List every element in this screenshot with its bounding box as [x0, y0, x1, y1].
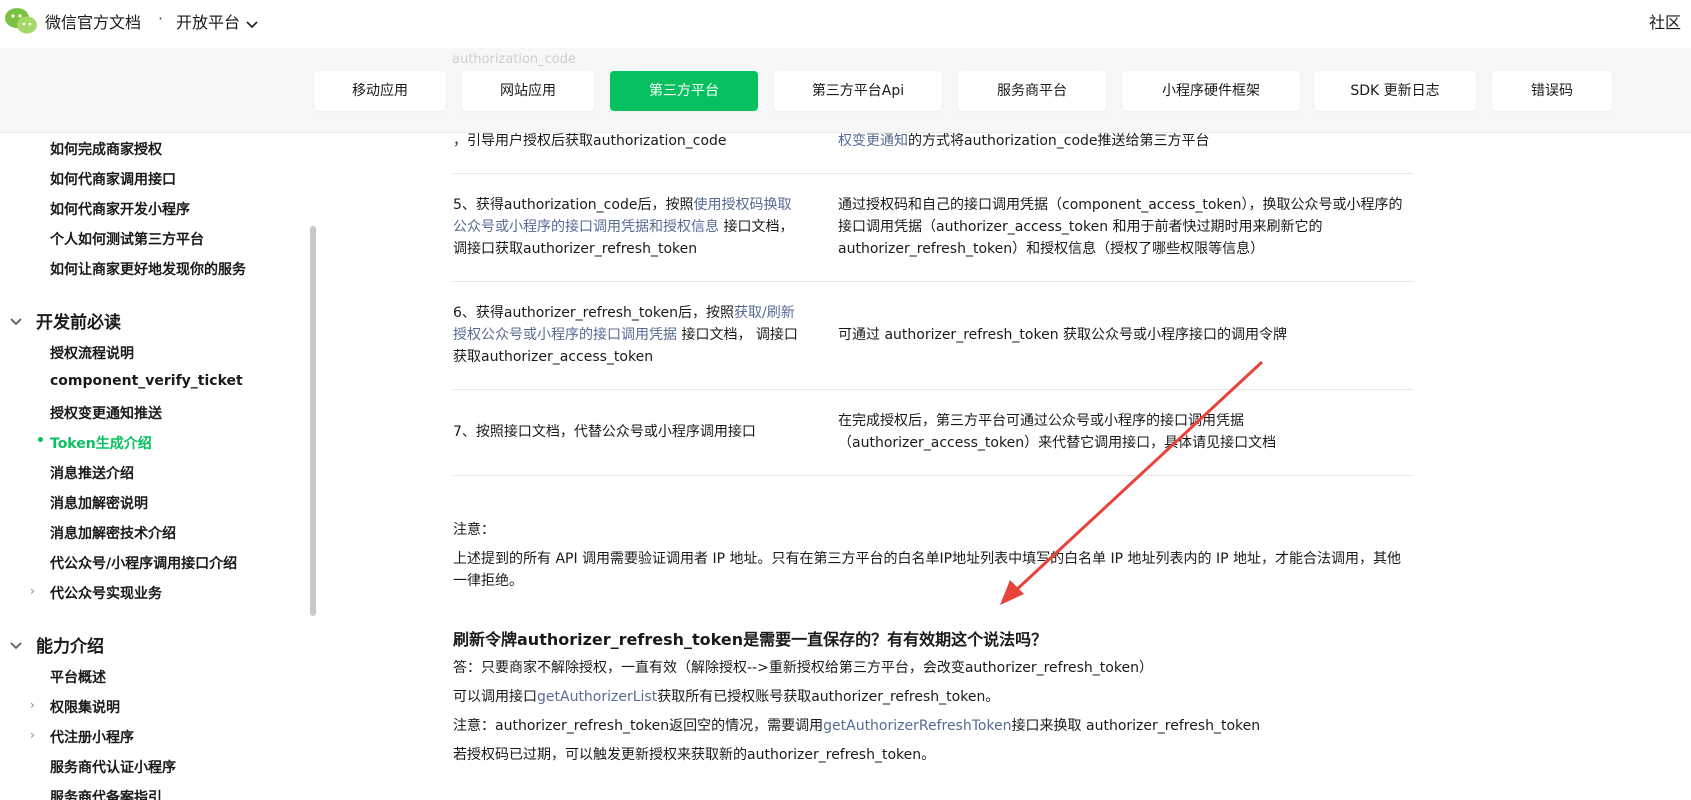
tab-bar: authorization_code 移动应用 网站应用 第三方平台 第三方平台… — [0, 48, 1691, 133]
sidebar-item-label: Token生成介绍 — [50, 436, 152, 452]
tab-error-codes[interactable]: 错误码 — [1492, 71, 1612, 111]
table-divider — [453, 173, 1413, 174]
row5-left-text-a: 5、获得authorization_code后，按照 — [453, 197, 694, 213]
faq-heading: 刷新令牌authorizer_refresh_token是需要一直保存的？有有效… — [453, 630, 1048, 649]
chevron-down-icon — [246, 14, 258, 33]
sidebar-item-certify-miniprogram[interactable]: 服务商代认证小程序 — [50, 757, 176, 777]
sidebar-item-message-push[interactable]: 消息推送介绍 — [50, 463, 134, 483]
faq-list-line: 可以调用接口getAuthorizerList获取所有已授权账号获取author… — [453, 686, 999, 708]
auth-change-notify-link[interactable]: 权变更通知 — [838, 133, 908, 149]
faq-text: 接口来换取 authorizer_refresh_token — [1011, 718, 1261, 734]
faq-answer-line: 答：只要商家不解除授权，一直有效（解除授权-->重新授权给第三方平台，会改变au… — [453, 660, 1153, 676]
sidebar-item-auth-change-notify[interactable]: 授权变更通知推送 — [50, 403, 162, 423]
get-authorizer-list-link[interactable]: getAuthorizerList — [537, 689, 657, 705]
row4-right-text: 的方式将authorization_code推送给第三方平台 — [908, 133, 1210, 149]
sidebar-item-merchant-auth[interactable]: 如何完成商家授权 — [50, 139, 162, 159]
tab-sdk-changelog[interactable]: SDK 更新日志 — [1314, 71, 1476, 111]
platform-label: 开放平台 — [176, 13, 241, 32]
chevron-down-icon — [10, 635, 22, 655]
sidebar-item-label: 权限集说明 — [50, 700, 120, 716]
row7-left-text: 7、按照接口文档，代替公众号或小程序调用接口 — [453, 424, 756, 440]
sidebar-item-label: 代注册小程序 — [50, 730, 134, 746]
platform-dropdown[interactable]: 开放平台 — [176, 9, 258, 33]
row6-right-text: 可通过 authorizer_refresh_token 获取公众号或小程序接口… — [838, 327, 1288, 343]
sidebar-item-develop-miniprogram[interactable]: 如何代商家开发小程序 — [50, 199, 190, 219]
site-title[interactable]: 微信官方文档 — [45, 9, 141, 33]
chevron-right-icon: › — [30, 584, 35, 598]
row4-left-text: ，引导用户授权后获取authorization_code — [453, 133, 727, 149]
tab-service-provider[interactable]: 服务商平台 — [958, 71, 1106, 111]
row6-left-cell: 6、获得authorizer_refresh_token后，按照获取/刷新授权公… — [453, 302, 798, 368]
sidebar-item-proxy-api[interactable]: 代公众号/小程序调用接口介绍 — [50, 553, 237, 573]
table-divider — [453, 281, 1413, 282]
sidebar-item-encryption-tech[interactable]: 消息加解密技术介绍 — [50, 523, 176, 543]
chevron-right-icon: › — [30, 698, 35, 712]
sidebar-item-proxy-business[interactable]: › 代公众号实现业务 — [30, 583, 162, 603]
faq-text: 可以调用接口 — [453, 689, 537, 705]
sidebar-item-label: 代公众号实现业务 — [50, 586, 162, 602]
faq-text: 获取所有已授权账号获取authorizer_refresh_token。 — [657, 689, 1000, 705]
row7-right-text: 在完成授权后，第三方平台可通过公众号或小程序的接口调用凭据（authorizer… — [838, 413, 1277, 451]
sidebar-item-encryption[interactable]: 消息加解密说明 — [50, 493, 148, 513]
faq-text: 注意：authorizer_refresh_token返回空的情况，需要调用 — [453, 718, 824, 734]
sidebar-scrollbar[interactable] — [310, 226, 316, 616]
chevron-right-icon: › — [30, 728, 35, 742]
section-label: 能力介绍 — [36, 637, 104, 657]
scrolled-text-fragment: authorization_code — [452, 52, 576, 67]
tab-hardware-framework[interactable]: 小程序硬件框架 — [1122, 71, 1300, 111]
title-separator: · — [158, 9, 164, 28]
faq-expired-line: 若授权码已过期，可以触发更新授权来获取新的authorizer_refresh_… — [453, 747, 936, 763]
active-bullet-icon: • — [36, 433, 45, 449]
sidebar-item-token-intro[interactable]: • Token生成介绍 — [36, 433, 152, 453]
sidebar-section-dev-prereq[interactable]: 开发前必读 — [10, 308, 121, 333]
chevron-down-icon — [10, 311, 22, 331]
table-divider — [453, 475, 1413, 476]
tab-website-app[interactable]: 网站应用 — [462, 71, 594, 111]
sidebar-item-personal-test[interactable]: 个人如何测试第三方平台 — [50, 229, 204, 249]
tab-third-party-platform[interactable]: 第三方平台 — [610, 71, 758, 111]
sidebar-item-platform-overview[interactable]: 平台概述 — [50, 667, 106, 687]
sidebar-item-call-api[interactable]: 如何代商家调用接口 — [50, 169, 176, 189]
faq-note-line: 注意：authorizer_refresh_token返回空的情况，需要调用ge… — [453, 715, 1260, 737]
sidebar-item-permission-set[interactable]: › 权限集说明 — [30, 697, 120, 717]
note-title: 注意： — [453, 522, 495, 538]
sidebar-item-verify-ticket[interactable]: component_verify_ticket — [50, 373, 243, 389]
top-header: 微信官方文档 · 开放平台 社区 — [0, 0, 1691, 48]
table-divider — [453, 389, 1413, 390]
row6-left-text-a: 6、获得authorizer_refresh_token后，按照 — [453, 305, 735, 321]
sidebar-item-discover-service[interactable]: 如何让商家更好地发现你的服务 — [50, 259, 246, 279]
sidebar-item-auth-flow[interactable]: 授权流程说明 — [50, 343, 134, 363]
sidebar-section-ability[interactable]: 能力介绍 — [10, 632, 104, 657]
tab-third-party-api[interactable]: 第三方平台Api — [774, 71, 942, 111]
wechat-logo[interactable] — [4, 6, 38, 36]
get-authorizer-refresh-token-link[interactable]: getAuthorizerRefreshToken — [823, 718, 1011, 734]
community-link[interactable]: 社区 — [1649, 9, 1681, 33]
row5-left-cell: 5、获得authorization_code后，按照使用授权码换取公众号或小程序… — [453, 194, 798, 260]
section-label: 开发前必读 — [36, 313, 121, 333]
sidebar-item-filing-guide[interactable]: 服务商代备案指引 — [50, 787, 162, 800]
row5-right-text: 通过授权码和自己的接口调用凭据（component_access_token），… — [838, 197, 1403, 257]
tab-mobile-app[interactable]: 移动应用 — [314, 71, 446, 111]
sidebar-nav: 如何完成商家授权 如何代商家调用接口 如何代商家开发小程序 个人如何测试第三方平… — [0, 132, 310, 800]
note-body: 上述提到的所有 API 调用需要验证调用者 IP 地址。只有在第三方平台的白名单… — [453, 551, 1402, 589]
row4-right-cell: 权变更通知的方式将authorization_code推送给第三方平台 — [838, 130, 1398, 152]
sidebar-item-register-miniprogram[interactable]: › 代注册小程序 — [30, 727, 134, 747]
